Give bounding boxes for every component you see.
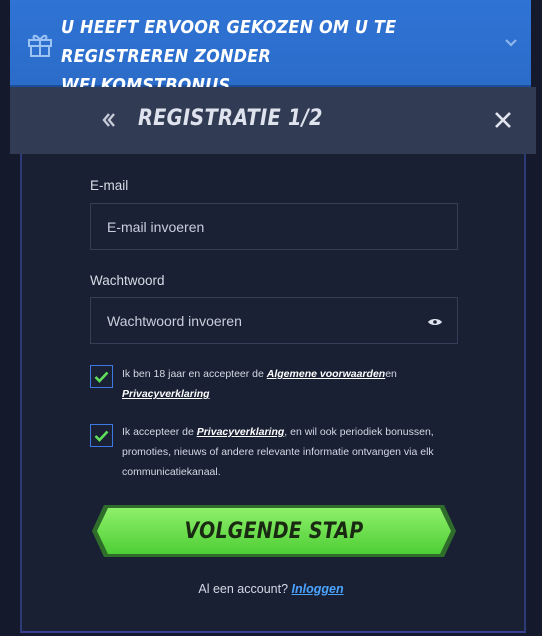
- terms-text: Ik ben 18 jaar en accepteer de Algemene …: [122, 364, 397, 404]
- check-icon: [94, 430, 109, 442]
- marketing-privacy-link[interactable]: Privacyverklaring: [197, 426, 285, 438]
- terms-row: Ik ben 18 jaar en accepteer de Algemene …: [90, 365, 397, 404]
- marketing-text: Ik accepteer de Privacyverklaring, en wi…: [122, 422, 434, 482]
- close-icon[interactable]: [494, 111, 512, 129]
- next-step-label: VOLGENDE STAP: [184, 518, 364, 544]
- terms-link[interactable]: Algemene voorwaarden: [267, 368, 385, 380]
- banner-title-line1: U HEEFT ERVOOR GEKOZEN OM U TE REGISTRER…: [61, 18, 397, 67]
- chevron-down-icon[interactable]: [504, 38, 518, 48]
- registration-title: REGISTRATIE 1/2: [138, 106, 323, 131]
- password-field[interactable]: Wachtwoord invoeren: [90, 297, 458, 344]
- privacy-link[interactable]: Privacyverklaring: [122, 388, 210, 400]
- login-link[interactable]: Inloggen: [292, 582, 344, 596]
- login-prompt: Al een account? Inloggen: [0, 582, 542, 596]
- gift-icon: [28, 34, 52, 57]
- no-bonus-banner[interactable]: U HEEFT ERVOOR GEKOZEN OM U TE REGISTRER…: [10, 0, 531, 96]
- chevron-left-icon[interactable]: [102, 112, 116, 128]
- password-placeholder: Wachtwoord invoeren: [107, 312, 242, 329]
- terms-checkbox[interactable]: [90, 365, 113, 388]
- marketing-checkbox[interactable]: [90, 424, 113, 447]
- next-step-button[interactable]: VOLGENDE STAP: [90, 504, 458, 558]
- marketing-text-line3: communicatiekanaal.: [122, 466, 221, 478]
- check-icon: [94, 371, 109, 383]
- email-field[interactable]: E-mail invoeren: [90, 203, 458, 250]
- terms-text-before: Ik ben 18 jaar en accepteer de: [122, 368, 267, 380]
- email-placeholder: E-mail invoeren: [107, 218, 205, 235]
- eye-icon[interactable]: [427, 318, 443, 326]
- account-text: Al een account?: [198, 582, 289, 596]
- terms-text-mid: en: [385, 368, 397, 380]
- email-label: E-mail: [90, 178, 129, 193]
- password-label: Wachtwoord: [90, 273, 165, 288]
- marketing-text-line2: promoties, nieuws of andere relevante in…: [122, 446, 434, 458]
- marketing-row: Ik accepteer de Privacyverklaring, en wi…: [90, 424, 434, 482]
- registration-header: REGISTRATIE 1/2: [10, 87, 536, 154]
- marketing-text-before: Ik accepteer de: [122, 426, 197, 438]
- marketing-text-line1: , en wil ook periodiek bonussen,: [284, 426, 434, 438]
